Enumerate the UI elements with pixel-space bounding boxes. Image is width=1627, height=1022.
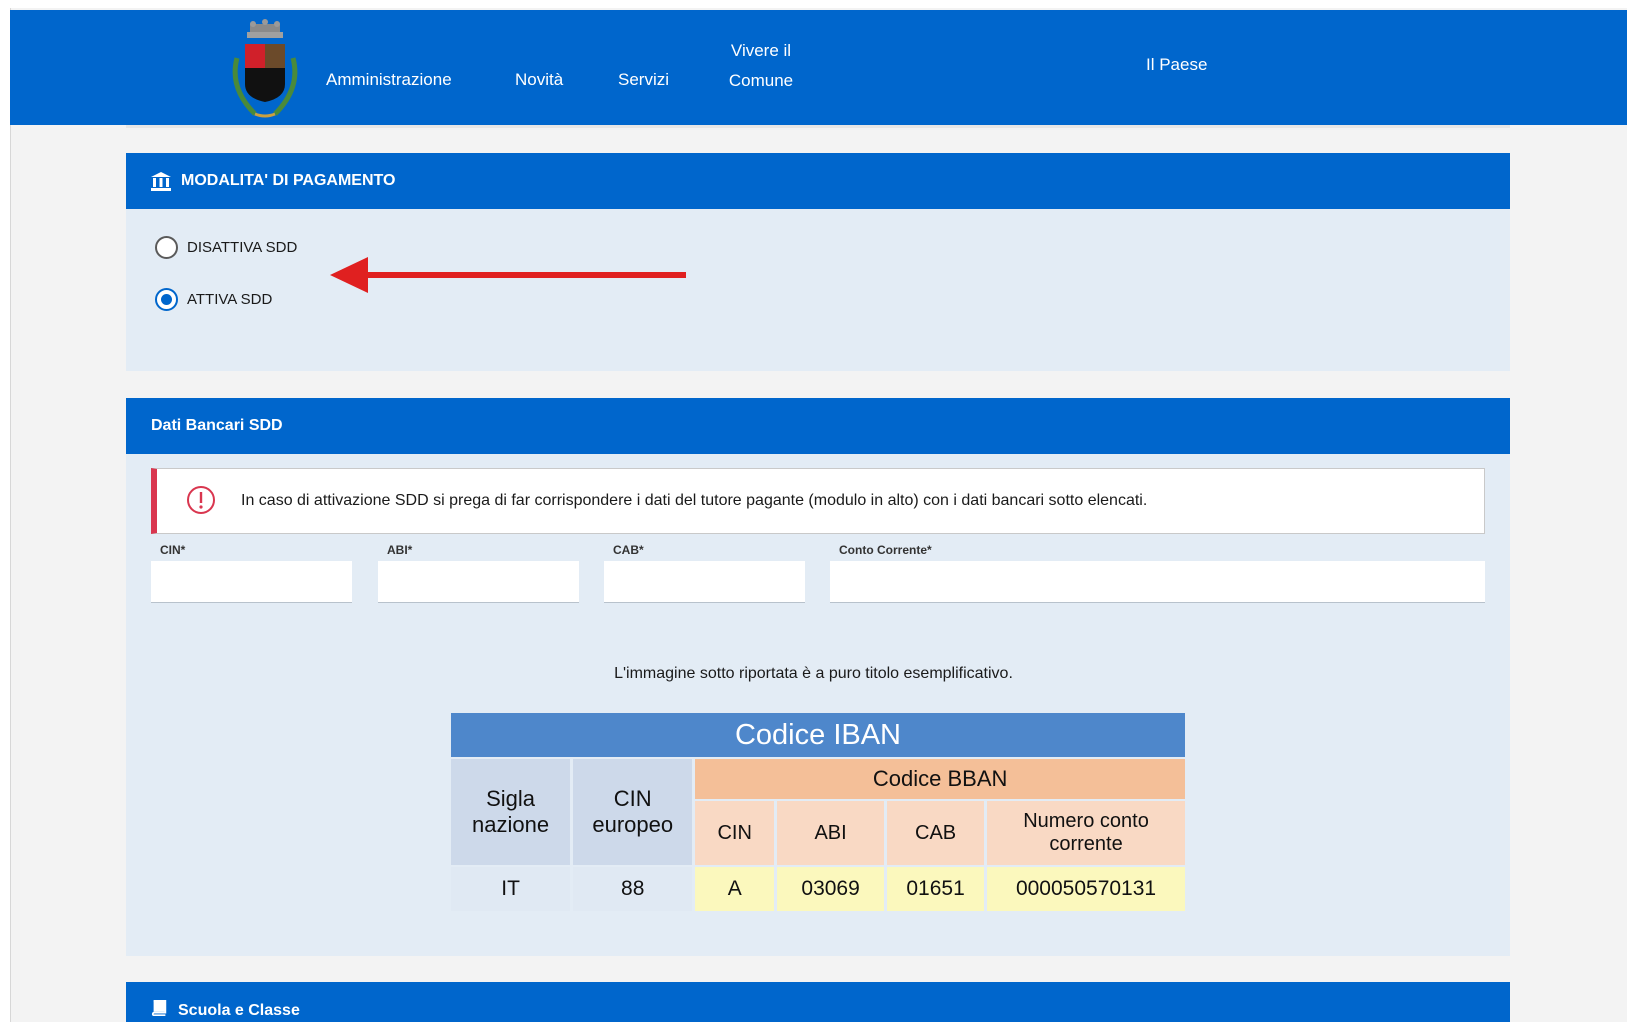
sigla-nazione-header: Sigla nazione bbox=[451, 759, 571, 865]
conto-corrente-input[interactable] bbox=[830, 561, 1485, 603]
content-top-divider bbox=[126, 125, 1510, 128]
iban-title-cell: Codice IBAN bbox=[451, 713, 1185, 757]
book-icon bbox=[151, 1000, 167, 1016]
abi-header: ABI bbox=[777, 801, 885, 865]
abi-value: 03069 bbox=[777, 867, 885, 911]
top-navigation: Amministrazione Novità Servizi Vivere il… bbox=[10, 10, 1627, 125]
school-panel-header: Scuola e Classe bbox=[126, 982, 1510, 1022]
example-image-caption: L'immagine sotto riportata è a puro tito… bbox=[614, 665, 1013, 682]
abi-label: ABI* bbox=[387, 543, 413, 557]
alert-message: In caso di attivazione SDD si prega di f… bbox=[241, 492, 1148, 509]
bban-header: Codice BBAN bbox=[695, 759, 1185, 799]
radio-button-checked[interactable] bbox=[155, 288, 178, 311]
bank-panel-header: Dati Bancari SDD bbox=[126, 398, 1510, 454]
numero-conto-header: Numero conto corrente bbox=[987, 801, 1185, 865]
sigla-value: IT bbox=[451, 867, 571, 911]
payment-panel-title: MODALITA' DI PAGAMENTO bbox=[181, 172, 396, 189]
school-panel-title: Scuola e Classe bbox=[178, 1002, 300, 1019]
cin-label: CIN* bbox=[160, 543, 186, 557]
cin-header: CIN bbox=[695, 801, 775, 865]
payment-panel-header: MODALITA' DI PAGAMENTO bbox=[126, 153, 1510, 209]
cin-europeo-header: CIN europeo bbox=[573, 759, 693, 865]
bank-panel-title: Dati Bancari SDD bbox=[151, 417, 283, 434]
cab-label: CAB* bbox=[613, 543, 644, 557]
cab-value: 01651 bbox=[887, 867, 985, 911]
cab-header: CAB bbox=[887, 801, 985, 865]
red-arrow-annotation bbox=[330, 257, 686, 293]
iban-example-table: Codice IBAN Sigla nazione CIN europeo Co… bbox=[448, 711, 1188, 913]
cin-europeo-value: 88 bbox=[573, 867, 693, 911]
abi-input[interactable] bbox=[378, 561, 579, 603]
radio-disattiva-sdd[interactable]: DISATTIVA SDD bbox=[155, 236, 297, 259]
cab-input[interactable] bbox=[604, 561, 805, 603]
radio-label-disattiva: DISATTIVA SDD bbox=[187, 239, 298, 256]
conto-corrente-label: Conto Corrente* bbox=[839, 543, 932, 557]
nav-item-novita[interactable]: Novità bbox=[515, 65, 563, 95]
bank-icon bbox=[151, 172, 171, 191]
warning-icon bbox=[187, 486, 215, 514]
sdd-alert-box: In caso di attivazione SDD si prega di f… bbox=[151, 468, 1485, 534]
cin-input[interactable] bbox=[151, 561, 352, 603]
nav-item-il-paese[interactable]: Il Paese bbox=[1146, 50, 1207, 80]
nav-item-servizi[interactable]: Servizi bbox=[618, 65, 669, 95]
nav-item-vivere-il-comune[interactable]: Vivere il Comune bbox=[716, 36, 806, 96]
numero-conto-value: 000050570131 bbox=[987, 867, 1185, 911]
radio-attiva-sdd[interactable]: ATTIVA SDD bbox=[155, 288, 272, 311]
cin-value: A bbox=[695, 867, 775, 911]
nav-item-amministrazione[interactable]: Amministrazione bbox=[326, 65, 452, 95]
radio-button-unchecked[interactable] bbox=[155, 236, 178, 259]
municipality-crest-logo[interactable] bbox=[225, 18, 305, 124]
radio-label-attiva: ATTIVA SDD bbox=[187, 291, 273, 308]
